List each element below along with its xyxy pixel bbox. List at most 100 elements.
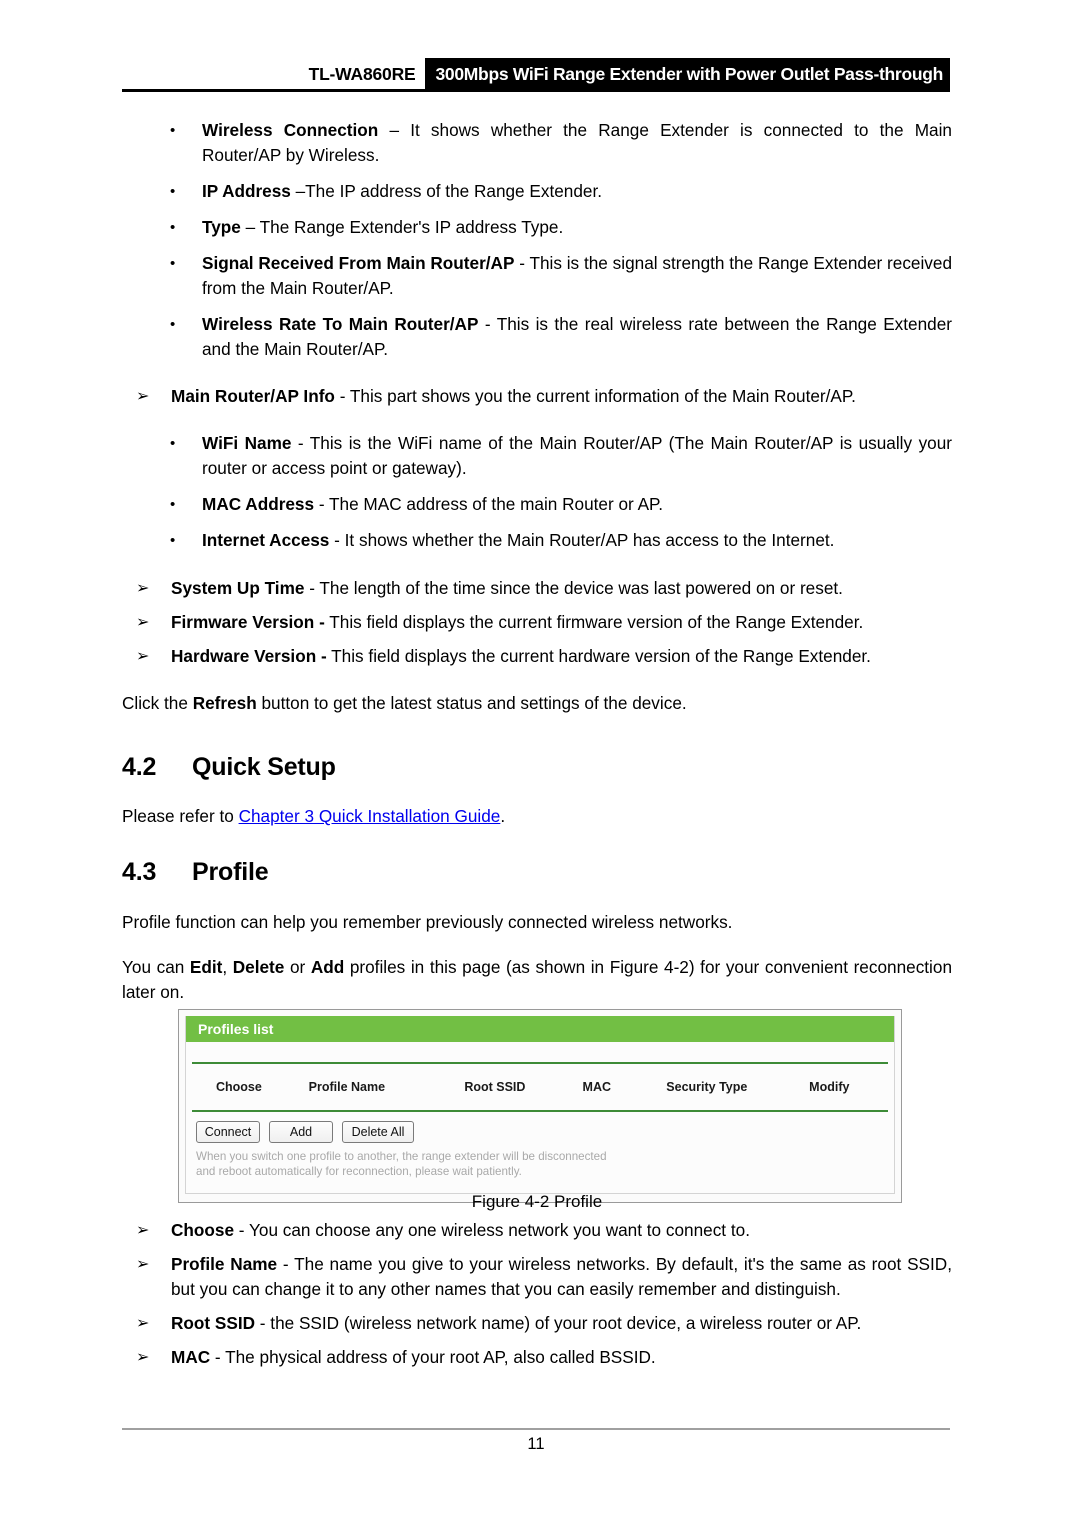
- add-label: Add: [310, 957, 345, 977]
- list-item: • WiFi Name - This is the WiFi name of t…: [122, 431, 952, 481]
- list-item-text: Wireless Connection – It shows whether t…: [202, 118, 952, 168]
- panel-spacer: [186, 1042, 894, 1062]
- list-item-term: MAC Address: [202, 494, 315, 514]
- profile-paragraph-2: You can Edit, Delete or Add profiles in …: [122, 955, 952, 1005]
- list-item: ➢ Choose - You can choose any one wirele…: [122, 1218, 952, 1243]
- delete-label: Delete: [232, 957, 285, 977]
- list-item: • Type – The Range Extender's IP address…: [122, 215, 952, 240]
- section-number: 4.2: [122, 753, 157, 781]
- bullet-dot-icon: •: [170, 255, 176, 272]
- column-header-choose: Choose: [216, 1080, 262, 1094]
- section-heading-quick-setup: 4.2 Quick Setup: [122, 753, 952, 782]
- profiles-note-line-2: and reboot automatically for reconnectio…: [196, 1165, 522, 1178]
- list-item-text: MAC - The physical address of your root …: [171, 1345, 952, 1370]
- figure-caption: Figure 4-2 Profile: [471, 1192, 603, 1211]
- list-item-text: WiFi Name - This is the WiFi name of the…: [202, 431, 952, 481]
- list-item-term: Wireless Connection: [202, 120, 379, 140]
- refresh-pre-text: Click the: [122, 693, 193, 713]
- delete-all-button[interactable]: Delete All: [342, 1121, 414, 1143]
- list-item-term: Main Router/AP Info: [171, 386, 335, 406]
- bullet-dot-icon: •: [170, 183, 176, 200]
- list-item-term: IP Address: [202, 181, 291, 201]
- list-item-desc: –The IP address of the Range Extender.: [290, 181, 603, 201]
- list-item-text: MAC Address - The MAC address of the mai…: [202, 492, 952, 517]
- list-item-desc: - The physical address of your root AP, …: [210, 1347, 656, 1367]
- bullet-dot-icon: •: [170, 219, 176, 236]
- list-item-desc: This field displays the current firmware…: [324, 612, 864, 632]
- bullet-dot-icon: •: [170, 496, 176, 513]
- profiles-note-line-1: When you switch one profile to another, …: [196, 1150, 607, 1163]
- section-heading-profile: 4.3 Profile: [122, 858, 952, 887]
- figure-profiles-list: Profiles list Choose Profile Name Root S…: [178, 1009, 902, 1203]
- profile-p2-mid1: ,: [222, 957, 233, 977]
- arrow-bullet-icon: ➢: [136, 614, 150, 631]
- arrow-bullet-icon: ➢: [136, 648, 150, 665]
- list-item-text: Choose - You can choose any one wireless…: [171, 1218, 952, 1243]
- section-title: Quick Setup: [192, 753, 336, 781]
- refresh-bold-label: Refresh: [192, 693, 257, 713]
- list-item-desc: - the SSID (wireless network name) of yo…: [255, 1313, 862, 1333]
- list-item-text: Main Router/AP Info - This part shows yo…: [171, 384, 952, 409]
- list-item-text: Wireless Rate To Main Router/AP - This i…: [202, 312, 952, 362]
- quick-setup-pre-text: Please refer to: [122, 806, 239, 826]
- list-item: ➢ Hardware Version - This field displays…: [122, 644, 952, 669]
- bullet-dot-icon: •: [170, 532, 176, 549]
- list-item: • Wireless Rate To Main Router/AP - This…: [122, 312, 952, 362]
- list-item-text: Root SSID - the SSID (wireless network n…: [171, 1311, 952, 1336]
- arrow-bullet-icon: ➢: [136, 1315, 150, 1332]
- refresh-post-text: button to get the latest status and sett…: [256, 693, 687, 713]
- list-item-desc: This field displays the current hardware…: [326, 646, 871, 666]
- list-item: • IP Address –The IP address of the Rang…: [122, 179, 952, 204]
- list-item-term: Hardware Version -: [171, 646, 327, 666]
- list-item-term: Profile Name: [171, 1254, 278, 1274]
- list-item: • Signal Received From Main Router/AP - …: [122, 251, 952, 301]
- quick-setup-paragraph: Please refer to Chapter 3 Quick Installa…: [122, 804, 952, 829]
- list-item-text: System Up Time - The length of the time …: [171, 576, 952, 601]
- page-content: • Wireless Connection – It shows whether…: [122, 118, 952, 1005]
- list-item-term: System Up Time: [171, 578, 305, 598]
- section-title: Profile: [192, 858, 269, 886]
- arrow-bullet-icon: ➢: [136, 1256, 150, 1273]
- list-item-term: Type: [202, 217, 241, 237]
- arrow-bullet-icon: ➢: [136, 388, 150, 405]
- list-item-term: Wireless Rate To Main Router/AP: [202, 314, 479, 334]
- list-item-desc: - This is the WiFi name of the Main Rout…: [202, 433, 952, 478]
- bullet-dot-icon: •: [170, 435, 176, 452]
- column-header-mac: MAC: [582, 1080, 612, 1094]
- list-item-main-router-info: ➢ Main Router/AP Info - This part shows …: [122, 384, 952, 409]
- document-page: TL-WA860RE 300Mbps WiFi Range Extender w…: [0, 0, 1080, 1527]
- profile-paragraph-1: Profile function can help you remember p…: [122, 912, 733, 932]
- arrow-bullet-icon: ➢: [136, 580, 150, 597]
- list-item-text: Profile Name - The name you give to your…: [171, 1252, 952, 1302]
- list-item-text: Signal Received From Main Router/AP - Th…: [202, 251, 952, 301]
- list-item: ➢ Firmware Version - This field displays…: [122, 610, 952, 635]
- list-item: ➢ MAC - The physical address of your roo…: [122, 1345, 952, 1370]
- section-number: 4.3: [122, 858, 157, 886]
- list-item-desc: - You can choose any one wireless networ…: [234, 1220, 750, 1240]
- list-item: • Wireless Connection – It shows whether…: [122, 118, 952, 168]
- quick-setup-post-text: .: [500, 806, 506, 826]
- column-header-modify: Modify: [809, 1080, 850, 1094]
- connect-button[interactable]: Connect: [196, 1121, 260, 1143]
- page-number: 11: [527, 1435, 545, 1453]
- list-item-term: Choose: [171, 1220, 235, 1240]
- list-item-desc: - The length of the time since the devic…: [304, 578, 843, 598]
- profiles-action-buttons: Connect Add Delete All: [186, 1112, 894, 1145]
- list-item-desc: - The name you give to your wireless net…: [171, 1254, 952, 1299]
- arrow-bullet-icon: ➢: [136, 1349, 150, 1366]
- bullet-dot-icon: •: [170, 316, 176, 333]
- profile-p2-pre: You can: [122, 957, 190, 977]
- chapter-3-link[interactable]: Chapter 3 Quick Installation Guide: [239, 806, 501, 826]
- add-button[interactable]: Add: [269, 1121, 333, 1143]
- list-item-text: Internet Access - It shows whether the M…: [202, 528, 952, 553]
- edit-label: Edit: [189, 957, 223, 977]
- header-product-tagline: 300Mbps WiFi Range Extender with Power O…: [425, 58, 950, 90]
- list-item-text: IP Address –The IP address of the Range …: [202, 179, 952, 204]
- profiles-ui-frame: Profiles list Choose Profile Name Root S…: [178, 1009, 902, 1203]
- profiles-list-titlebar: Profiles list: [186, 1016, 894, 1042]
- list-item: ➢ System Up Time - The length of the tim…: [122, 576, 952, 601]
- column-header-security-type: Security Type: [666, 1080, 748, 1094]
- profiles-ui-panel: Profiles list Choose Profile Name Root S…: [185, 1016, 895, 1194]
- profile-p2-mid2: or: [284, 957, 311, 977]
- list-item: ➢ Root SSID - the SSID (wireless network…: [122, 1311, 952, 1336]
